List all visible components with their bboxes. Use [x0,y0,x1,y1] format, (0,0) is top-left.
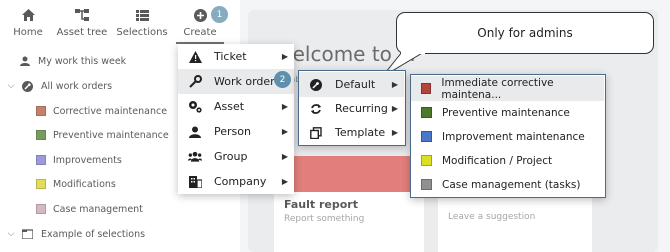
menu-item-asset[interactable]: Asset ▶ [178,94,294,119]
color-swatch [421,83,432,94]
wrench-icon [309,78,323,92]
group-icon [188,150,202,164]
menu-item-label: Work order [214,75,275,88]
menu-item-label: Preventive maintenance [442,106,570,119]
menu-item-label: Case management (tasks) [442,178,581,191]
person-icon [188,125,202,139]
sidebar-item-label: Corrective maintenance [53,105,168,117]
color-swatch [36,106,46,116]
step-badge-2: 2 [274,71,291,88]
chevron-right-icon: ▶ [281,102,288,111]
menu-item-label: Recurring [335,102,388,115]
chevron-right-icon: ▶ [281,52,288,61]
asset-tree-button[interactable]: Asset tree [56,0,108,44]
sidebar-item-label: My work this week [38,55,127,67]
fault-report-banner [274,156,424,192]
chevron-right-icon: ▶ [281,177,288,186]
chevron-right-icon: ▶ [281,152,288,161]
color-swatch [36,155,46,165]
wrench-icon [188,75,202,89]
menu-item-case-management[interactable]: Case management (tasks) [411,172,604,197]
menu-item-label: Person [214,125,251,138]
tree-icon [75,8,89,22]
sidebar-item-label: All work orders [41,80,113,92]
menu-item-modification[interactable]: Modification / Project [411,148,604,173]
fault-report-card[interactable]: Fault report Report something [274,156,424,252]
asset-tree-label: Asset tree [56,27,108,38]
sidebar-item-preventive[interactable]: Preventive maintenance [36,124,169,146]
color-swatch [421,131,432,142]
sidebar-item-label: Improvements [53,154,122,166]
selections-label: Selections [116,27,168,38]
home-button[interactable]: Home [0,0,56,44]
menu-item-label: Default [335,78,376,91]
chevron-right-icon: ▶ [391,128,398,137]
work-order-submenu: Default ▶ Recurring ▶ Template ▶ [298,70,406,146]
sidebar-item-example[interactable]: ⌵ Example of selections [4,223,145,245]
sidebar-item-corrective[interactable]: Corrective maintenance [36,100,167,122]
menu-item-label: Template [335,126,386,139]
menu-item-template[interactable]: Template ▶ [299,120,404,145]
sidebar-item-all-work[interactable]: ⌵ All work orders [4,75,112,97]
menu-item-label: Modification / Project [442,154,553,167]
list-icon [135,8,149,22]
top-toolbar: Home Asset tree Selections Create [0,0,232,44]
sidebar-item-improvements[interactable]: Improvements [36,149,122,171]
default-submenu: Immediate corrective maintena... Prevent… [410,74,606,198]
suggestion-subtitle: Leave a suggestion [448,212,536,222]
menu-item-preventive[interactable]: Preventive maintenance [411,100,604,125]
home-label: Home [13,27,43,38]
building-icon [188,175,202,189]
menu-item-group[interactable]: Group ▶ [178,144,294,169]
menu-item-label: Ticket [214,50,247,63]
menu-item-ticket[interactable]: Ticket ▶ [178,44,294,69]
menu-item-label: Immediate corrective maintena... [441,76,554,101]
admin-callout: Only for admins [396,12,654,54]
step-badge-1: 1 [211,6,228,23]
menu-item-label: Asset [214,100,245,113]
callout-text: Only for admins [477,26,573,40]
fault-report-title: Fault report [284,198,358,211]
sidebar-item-modifications[interactable]: Modifications [36,173,116,195]
chevron-right-icon: ▶ [391,80,398,89]
color-swatch [36,130,46,140]
warning-icon [188,50,202,64]
color-swatch [421,155,432,166]
create-menu: Ticket ▶ Work order ▶ Asset ▶ Person ▶ G… [178,44,294,194]
sidebar-item-label: Case management [53,203,143,215]
chevron-right-icon: ▶ [281,127,288,136]
recurring-icon [309,102,323,116]
menu-item-default[interactable]: Default ▶ [299,72,404,97]
menu-item-immediate-corrective[interactable]: Immediate corrective maintena... [411,76,604,101]
copy-icon [309,126,323,140]
color-swatch [36,204,46,214]
menu-item-company[interactable]: Company ▶ [178,169,294,194]
menu-item-label: Improvement maintenance [442,130,585,143]
menu-item-recurring[interactable]: Recurring ▶ [299,96,404,121]
color-swatch [421,107,432,118]
color-swatch [36,179,46,189]
sidebar-item-label: Modifications [53,178,116,190]
chevron-down-icon[interactable]: ⌵ [4,81,18,91]
create-label: Create [183,27,217,38]
menu-item-label: Company [214,175,267,188]
fault-report-subtitle: Report something [284,214,365,224]
gears-icon [188,100,202,114]
sidebar-item-case-management[interactable]: Case management [36,198,143,220]
chevron-down-icon[interactable]: ⌵ [4,229,18,239]
menu-item-label: Group [214,150,248,163]
plus-circle-icon [193,8,207,22]
folder-icon [22,229,33,239]
wrench-circle-icon [22,80,33,92]
person-icon [20,56,30,66]
sidebar-item-label: Preventive maintenance [53,129,169,141]
sidebar-item-my-work[interactable]: My work this week [20,50,126,72]
selections-button[interactable]: Selections [108,0,176,44]
chevron-right-icon: ▶ [391,104,398,113]
sidebar-item-label: Example of selections [41,228,146,240]
home-icon [21,8,35,22]
menu-item-person[interactable]: Person ▶ [178,119,294,144]
color-swatch [421,179,432,190]
menu-item-improvement[interactable]: Improvement maintenance [411,124,604,149]
